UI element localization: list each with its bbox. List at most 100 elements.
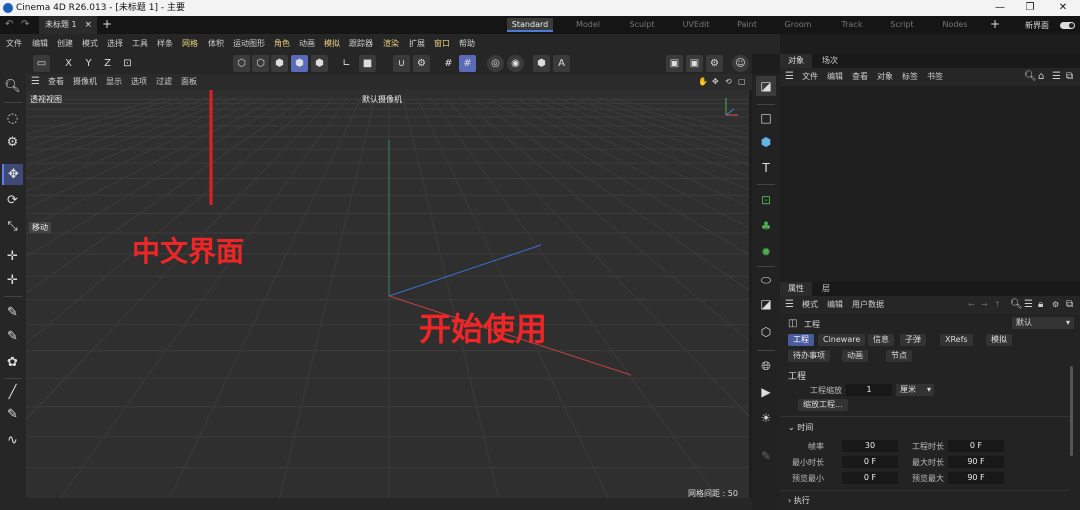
light-icon[interactable]: A xyxy=(553,55,570,72)
polygons-mode-icon[interactable]: ⬢ xyxy=(271,55,288,72)
grid-icon[interactable]: # xyxy=(440,55,457,72)
menu-volume[interactable]: 体积 xyxy=(208,34,224,54)
plane-icon[interactable]: □ xyxy=(756,108,776,128)
rotate-tool-icon[interactable]: ⟳ xyxy=(2,190,23,211)
tab-takes[interactable]: 场次 xyxy=(814,54,846,68)
points-mode-icon[interactable]: ⬡ xyxy=(233,55,250,72)
effector-icon[interactable]: ✹ xyxy=(756,242,776,262)
forward-arrow-icon[interactable]: → xyxy=(981,296,988,314)
back-arrow-icon[interactable]: ← xyxy=(968,296,975,314)
attributes-menu-edit[interactable]: 编辑 xyxy=(827,296,843,314)
axis-y-button[interactable]: Y xyxy=(80,55,97,72)
chip-todo[interactable]: 待办事项 xyxy=(788,350,830,362)
menu-edit[interactable]: 编辑 xyxy=(32,34,48,54)
up-arrow-icon[interactable]: ↑ xyxy=(994,296,1001,314)
undo-icon[interactable]: ↶ xyxy=(5,19,13,30)
move-tool-icon[interactable]: ✥ xyxy=(2,164,23,185)
redo-icon[interactable]: ↷ xyxy=(21,19,29,30)
axis-x-button[interactable]: X xyxy=(60,55,77,72)
menu-render[interactable]: 渲染 xyxy=(383,34,399,54)
fps-field[interactable]: 30 xyxy=(842,440,898,452)
new-document-button[interactable]: + xyxy=(102,17,112,31)
menu-mesh[interactable]: 网格 xyxy=(182,34,198,54)
scale-unit-dropdown[interactable]: 厘米 ▾ xyxy=(896,384,934,396)
menu-spline[interactable]: 样条 xyxy=(157,34,173,54)
objects-menu-object[interactable]: 对象 xyxy=(877,68,893,86)
solo-icon[interactable]: ■ xyxy=(359,55,376,72)
light-object-icon[interactable]: ☀ xyxy=(756,408,776,428)
layout-tab-sculpt[interactable]: Sculpt xyxy=(620,18,664,32)
menu-tools[interactable]: 工具 xyxy=(132,34,148,54)
attributes-menu-user-data[interactable]: 用户数据 xyxy=(852,296,884,314)
layout-tab-nodes[interactable]: Nodes xyxy=(933,18,977,32)
connect-icon[interactable]: ⬡ xyxy=(756,322,776,342)
viewport-menu-options[interactable]: 选项 xyxy=(131,74,147,90)
new-window-icon[interactable]: ⧉ xyxy=(1066,296,1073,314)
viewport-menu-view[interactable]: 查看 xyxy=(48,74,64,90)
filter-icon[interactable]: ☰ xyxy=(1024,296,1033,314)
scale-tool-icon[interactable]: ⤡ xyxy=(2,216,23,237)
add-layout-button[interactable]: + xyxy=(990,17,1000,31)
viewport-menu-cameras[interactable]: 摄像机 xyxy=(73,74,97,90)
menu-simulate[interactable]: 模拟 xyxy=(324,34,340,54)
layout-tab-standard[interactable]: Standard xyxy=(507,18,553,32)
execution-section-title[interactable]: › 执行 xyxy=(788,495,810,506)
snap-settings-icon[interactable]: ⚙ xyxy=(413,55,430,72)
maximize-button[interactable]: ❐ xyxy=(1015,0,1045,16)
layout-tab-model[interactable]: Model xyxy=(566,18,610,32)
attributes-menu-mode[interactable]: 模式 xyxy=(802,296,818,314)
deformer-icon[interactable]: ⬭ xyxy=(756,270,776,290)
menu-select[interactable]: 选择 xyxy=(107,34,123,54)
menu-file[interactable]: 文件 xyxy=(6,34,22,54)
chip-nodes[interactable]: 节点 xyxy=(886,350,912,362)
layout-tab-uvedit[interactable]: UVEdit xyxy=(674,18,718,32)
viewport-menu-panel[interactable]: 面板 xyxy=(181,74,197,90)
minimize-button[interactable]: — xyxy=(985,0,1015,16)
cube-create-icon[interactable]: ◪ xyxy=(756,76,776,96)
menu-tracker[interactable]: 跟踪器 xyxy=(349,34,373,54)
layout-tab-track[interactable]: Track xyxy=(830,18,874,32)
field-icon[interactable]: ◪ xyxy=(756,294,776,314)
keyframe-icon[interactable]: ◉ xyxy=(507,55,524,72)
menu-help[interactable]: 帮助 xyxy=(459,34,475,54)
objects-menu-icon[interactable]: ☰ xyxy=(785,68,794,86)
preview-max-field[interactable]: 90 F xyxy=(948,472,1004,484)
render-picture-viewer-icon[interactable]: ▣ xyxy=(686,55,703,72)
tab-layers[interactable]: 层 xyxy=(814,282,838,296)
document-tab[interactable]: 未标题 1 × xyxy=(39,16,97,34)
objects-menu-bookmarks[interactable]: 书签 xyxy=(927,68,943,86)
rotate-view-icon[interactable]: ⟲ xyxy=(725,74,732,90)
filter-icon[interactable]: ☰ xyxy=(1052,68,1061,86)
camera-icon[interactable]: ⬢ xyxy=(533,55,550,72)
scale-project-button[interactable]: 缩放工程... xyxy=(798,399,848,411)
null-object-icon[interactable]: ▭ xyxy=(33,55,50,72)
texture-mode-icon[interactable]: ⬢ xyxy=(311,55,328,72)
menu-animation[interactable]: 动画 xyxy=(299,34,315,54)
menu-create[interactable]: 创建 xyxy=(57,34,73,54)
attributes-scrollbar[interactable] xyxy=(1070,366,1073,456)
preview-min-field[interactable]: 0 F xyxy=(842,472,898,484)
brush-tool-icon[interactable]: ✎ xyxy=(2,326,23,347)
objects-menu-edit[interactable]: 编辑 xyxy=(827,68,843,86)
axis-mode-icon[interactable]: ∟ xyxy=(338,55,355,72)
subdivision-icon[interactable]: ⊡ xyxy=(756,190,776,210)
knife-tool-icon[interactable]: ╱ xyxy=(2,382,23,403)
chip-bullet[interactable]: 子弹 xyxy=(900,334,926,346)
chip-info[interactable]: 信息 xyxy=(868,334,894,346)
viewport-menu-icon[interactable]: ☰ xyxy=(31,74,40,90)
maximize-view-icon[interactable]: ▢ xyxy=(738,74,746,90)
tab-objects[interactable]: 对象 xyxy=(780,54,812,68)
preset-dropdown[interactable]: 默认 ▾ xyxy=(1012,317,1074,329)
menu-window[interactable]: 窗口 xyxy=(434,34,450,54)
render-settings-icon[interactable]: ⚙ xyxy=(706,55,723,72)
camera-object-icon[interactable]: ▶ xyxy=(756,382,776,402)
viewport-menu-filter[interactable]: 过滤 xyxy=(156,74,172,90)
sculpt-tool-icon[interactable]: ✎ xyxy=(2,404,23,425)
perspective-viewport[interactable]: 透视视图 默认摄像机 移动 中文界面 开始使用 网格间距 : 50 cm xyxy=(26,90,749,498)
tags-icon[interactable]: ✎ xyxy=(756,446,776,466)
home-icon[interactable]: ⌂ xyxy=(1038,68,1044,86)
layout-tab-groom[interactable]: Groom xyxy=(776,18,820,32)
render-view-icon[interactable]: ▣ xyxy=(666,55,683,72)
text-spline-icon[interactable]: T xyxy=(756,158,776,178)
time-section-title[interactable]: ⌄ 时间 xyxy=(788,422,813,433)
